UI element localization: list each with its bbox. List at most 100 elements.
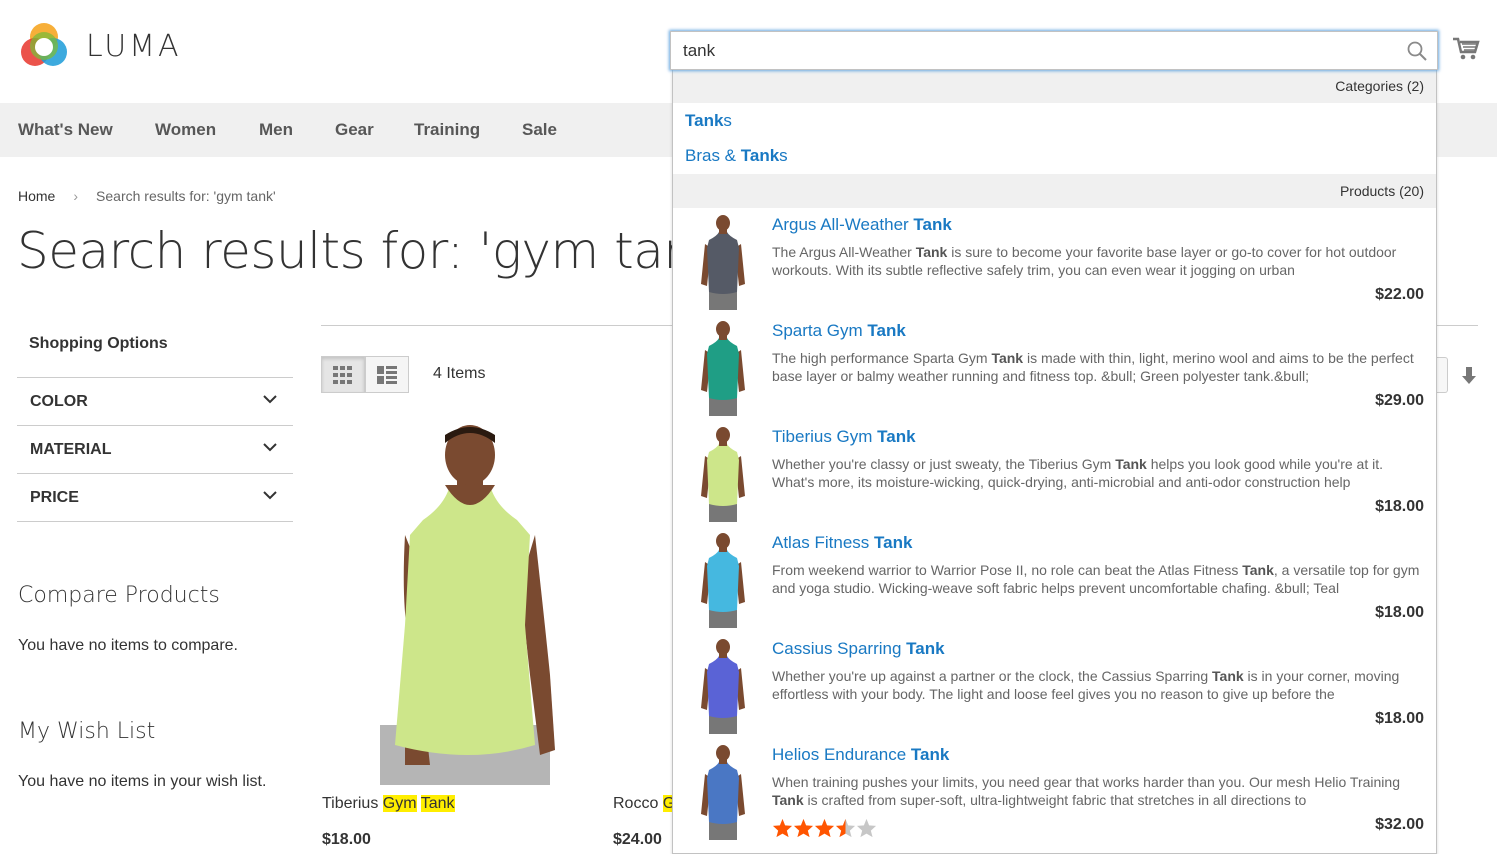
product-image-tiberius-gym-tank[interactable] (345, 425, 595, 785)
breadcrumb-separator-icon: › (73, 188, 79, 204)
breadcrumb-current: Search results for: 'gym tank' (96, 188, 276, 204)
search-box (670, 31, 1438, 70)
product-price: $29.00 (1375, 392, 1424, 409)
luma-logo[interactable]: LUMA (18, 20, 182, 72)
nav-item-training[interactable]: Training (414, 103, 480, 157)
nav-item-men[interactable]: Men (259, 103, 293, 157)
product-thumbnail (701, 533, 745, 628)
cart-icon[interactable] (1452, 36, 1480, 62)
nav-item-women[interactable]: Women (155, 103, 216, 157)
product-name[interactable]: Rocco G (613, 795, 676, 813)
grid-view-button[interactable] (321, 356, 365, 393)
description-text: Whether you're up against a partner or t… (772, 668, 1213, 684)
star-icon (814, 818, 835, 838)
filter-label: MATERIAL (30, 440, 112, 458)
product-description: Whether you're up against a partner or t… (772, 667, 1428, 705)
divider (17, 521, 293, 522)
search-input[interactable] (671, 32, 1437, 69)
product-title: Sparta Gym Tank (772, 321, 906, 341)
product-title-match: Tank (910, 745, 950, 764)
product-title-match: Tank (906, 639, 945, 658)
product-price: $18.00 (1375, 710, 1424, 727)
luma-logo-icon (21, 23, 67, 66)
shopping-options-title: Shopping Options (29, 335, 168, 352)
search-highlight: Tank (420, 795, 455, 812)
description-match: Tank (915, 244, 948, 260)
page-title: Search results for: 'gym tank' (17, 222, 737, 280)
list-view-button[interactable] (365, 356, 409, 393)
grid-icon (333, 365, 352, 384)
breadcrumb: Home › Search results for: 'gym tank' (18, 188, 276, 204)
chevron-down-icon (263, 443, 277, 452)
nav-item-sale[interactable]: Sale (522, 103, 557, 157)
product-title-match: Tank (867, 321, 906, 340)
product-title: Tiberius Gym Tank (772, 427, 916, 447)
product-description: The high performance Sparta Gym Tank is … (772, 349, 1428, 387)
filter-label: PRICE (30, 488, 79, 506)
product-thumbnail (701, 639, 745, 734)
product-name[interactable]: Tiberius Gym Tank (322, 795, 455, 813)
product-description: The Argus All-Weather Tank is sure to be… (772, 243, 1428, 281)
product-description: From weekend warrior to Warrior Pose II,… (772, 561, 1428, 599)
star-icon (856, 818, 877, 838)
categories-header: Categories (2) (673, 69, 1436, 103)
product-price: $18.00 (1375, 604, 1424, 621)
autocomplete-category[interactable]: Bras & Tanks (685, 146, 788, 166)
product-title: Helios Endurance Tank (772, 745, 949, 765)
chevron-down-icon (263, 491, 277, 500)
description-match: Tank (991, 350, 1024, 366)
product-thumbnail (701, 215, 745, 310)
nav-item-whats-new[interactable]: What's New (18, 103, 113, 157)
nav-item-gear[interactable]: Gear (335, 103, 374, 157)
autocomplete-product[interactable]: Cassius Sparring Tank Whether you're up a… (673, 632, 1436, 738)
product-title-match: Tank (913, 215, 952, 234)
category-text: Bras & (685, 146, 741, 165)
description-match: Tank (1242, 562, 1274, 578)
filter-price[interactable]: PRICE (17, 473, 293, 521)
product-description: When training pushes your limits, you ne… (772, 773, 1428, 811)
description-text: When training pushes your limits, you ne… (772, 774, 1400, 790)
description-text: The high performance Sparta Gym (772, 350, 992, 366)
description-match: Tank (1115, 456, 1147, 472)
sort-select[interactable] (1436, 357, 1448, 393)
autocomplete-product[interactable]: Argus All-Weather Tank The Argus All-Weat… (673, 208, 1436, 314)
product-price: $18.00 (1375, 498, 1424, 515)
compare-products-title: Compare Products (18, 583, 220, 608)
product-title-text: Sparta Gym (772, 321, 868, 340)
search-icon[interactable] (1407, 41, 1427, 61)
product-title-text: Helios Endurance (772, 745, 911, 764)
product-thumbnail (701, 321, 745, 416)
autocomplete-product[interactable]: Tiberius Gym Tank Whether you're classy o… (673, 420, 1436, 526)
product-thumbnail (701, 745, 745, 840)
autocomplete-product[interactable]: Sparta Gym Tank The high performance Spar… (673, 314, 1436, 420)
products-header: Products (20) (673, 174, 1436, 208)
star-icon (793, 818, 814, 838)
filter-material[interactable]: MATERIAL (17, 425, 293, 473)
description-match: Tank (1212, 668, 1244, 684)
compare-empty-text: You have no items to compare. (18, 637, 238, 654)
category-text: s (723, 111, 732, 130)
filter-color[interactable]: COLOR (17, 377, 293, 425)
chevron-down-icon (263, 395, 277, 404)
star-icon (772, 818, 793, 838)
description-text: Whether you're classy or just sweaty, th… (772, 456, 1116, 472)
product-description: Whether you're classy or just sweaty, th… (772, 455, 1428, 493)
sort-direction-icon[interactable] (1461, 367, 1477, 385)
product-name-text: Tiberius (322, 795, 383, 812)
product-price: $18.00 (322, 831, 371, 848)
product-name-text: Rocco (613, 795, 663, 812)
description-match: Tank (772, 792, 804, 808)
wishlist-title: My Wish List (18, 719, 156, 744)
autocomplete-product[interactable]: Atlas Fitness Tank From weekend warrior t… (673, 526, 1436, 632)
product-price: $32.00 (1375, 816, 1424, 833)
product-title-text: Cassius Sparring (772, 639, 907, 658)
product-title-text: Argus All-Weather (772, 215, 914, 234)
product-title: Argus All-Weather Tank (772, 215, 952, 235)
breadcrumb-home[interactable]: Home (18, 188, 55, 204)
product-title: Cassius Sparring Tank (772, 639, 945, 659)
product-price: $24.00 (613, 831, 662, 848)
category-match: Tank (740, 146, 780, 165)
autocomplete-product[interactable]: Helios Endurance Tank When training pushe… (673, 738, 1436, 844)
autocomplete-category[interactable]: Tanks (685, 111, 732, 131)
product-rating (772, 818, 877, 838)
